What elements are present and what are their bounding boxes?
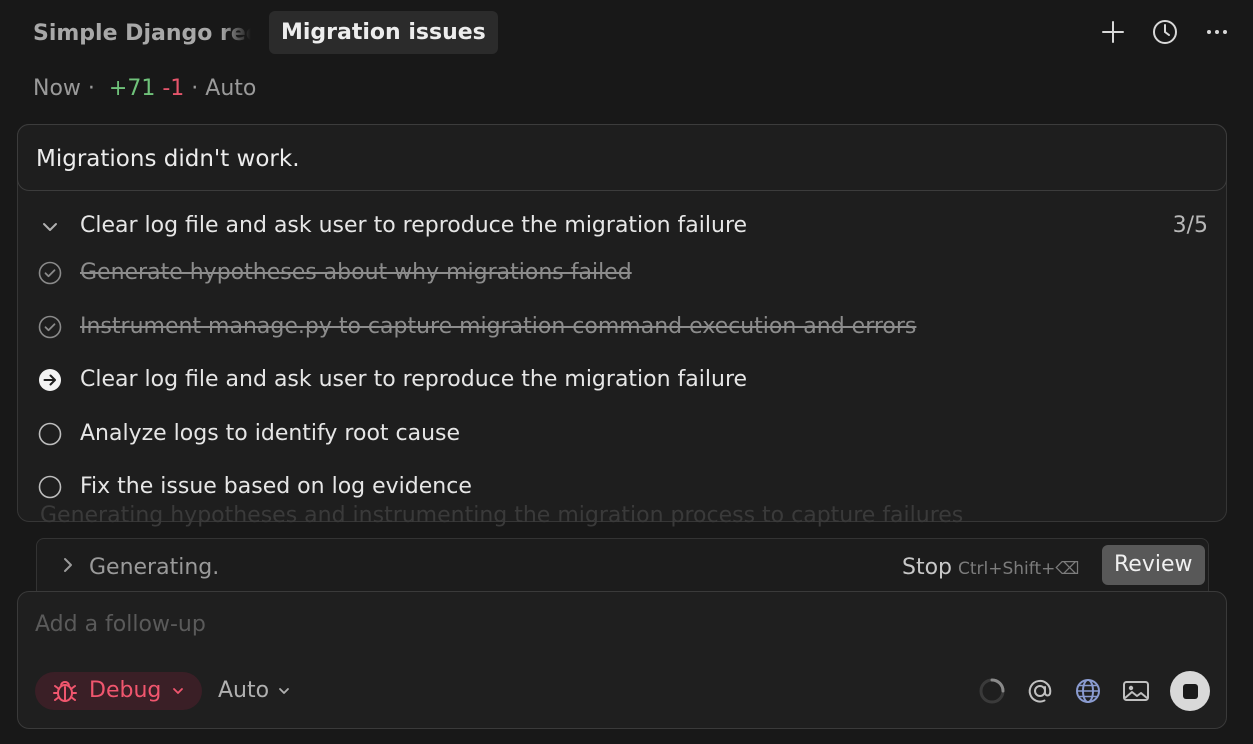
chevron-down-icon [43, 223, 57, 231]
history-button[interactable] [1149, 16, 1181, 48]
todo-item: Clear log file and ask user to reproduce… [18, 364, 1226, 398]
attach-image-button[interactable] [1122, 677, 1150, 705]
arrow-right-circle-icon [39, 369, 61, 391]
todo-item-label: Fix the issue based on log evidence [80, 474, 472, 499]
composer-tools [978, 671, 1210, 711]
globe-icon [1076, 679, 1100, 703]
bug-icon [53, 680, 77, 702]
empty-circle-icon [38, 422, 62, 446]
tab-actions [1097, 16, 1233, 48]
stop-generation-button[interactable] [1170, 671, 1210, 711]
user-prompt-text: Migrations didn't work. [36, 146, 300, 172]
meta-separator: · [191, 76, 199, 101]
new-chat-button[interactable] [1097, 16, 1129, 48]
todo-item: Analyze logs to identify root cause [18, 418, 1226, 452]
meta-mode: Auto [205, 76, 257, 101]
stop-icon [1182, 683, 1198, 699]
plus-icon [1102, 21, 1124, 43]
empty-circle-icon [38, 475, 62, 499]
more-options-button[interactable] [1201, 16, 1233, 48]
todo-item: Fix the issue based on log evidence [18, 471, 1226, 505]
check-circle-icon [38, 261, 62, 285]
composer: Debug Auto [17, 591, 1227, 729]
todo-item: Generate hypotheses about why migrations… [18, 257, 1226, 291]
generation-status-text: Generating. [89, 555, 220, 580]
todo-item: Instrument manage.py to capture migratio… [18, 311, 1226, 345]
todo-item-label: Clear log file and ask user to reproduce… [80, 367, 748, 392]
lines-removed: -1 [162, 76, 185, 101]
tab-migration-issues[interactable]: Migration issues [269, 11, 498, 54]
tab-simple-django-recipe[interactable]: Simple Django recipe [33, 19, 251, 49]
todo-item-label: Analyze logs to identify root cause [80, 421, 461, 446]
at-sign-icon [1028, 679, 1052, 703]
image-icon [1123, 681, 1149, 701]
user-prompt[interactable]: Migrations didn't work. [17, 124, 1227, 191]
chevron-down-icon [173, 688, 184, 694]
todo-current-title: Clear log file and ask user to reproduce… [80, 213, 748, 238]
mention-button[interactable] [1026, 677, 1054, 705]
background-message-text: Generating hypotheses and instrumenting … [40, 503, 964, 528]
loading-spinner [978, 677, 1006, 705]
todo-item-label: Generate hypotheses about why migrations… [80, 260, 632, 285]
check-circle-icon [38, 315, 62, 339]
chevron-right-icon[interactable] [59, 556, 77, 574]
follow-up-input[interactable] [35, 612, 935, 637]
clock-icon [1153, 20, 1177, 44]
lines-added: +71 [108, 76, 156, 101]
todo-item-label: Instrument manage.py to capture migratio… [80, 314, 917, 339]
conversation-card: Migrations didn't work. Clear log file a… [17, 124, 1227, 522]
meta-time: Now [33, 76, 81, 101]
todo-progress-count: 3/5 [1172, 213, 1208, 238]
todo-header[interactable]: Clear log file and ask user to reproduce… [18, 209, 1226, 245]
tab-bar: Simple Django recipe Migration issues [0, 0, 1253, 66]
mode-label: Debug [89, 678, 162, 703]
mode-selector[interactable]: Debug [35, 672, 202, 710]
stop-shortcut-hint: Ctrl+Shift+⌫ [958, 559, 1080, 579]
generation-status-bar: Generating. Stop Ctrl+Shift+⌫ Review [36, 538, 1209, 594]
chevron-down-icon [279, 688, 289, 694]
stop-button[interactable]: Stop [902, 553, 952, 583]
spinner-icon [979, 678, 1005, 704]
ellipsis-icon [1207, 30, 1227, 34]
chat-meta: Now · +71 -1 · Auto [33, 74, 256, 104]
review-button[interactable]: Review [1102, 545, 1205, 585]
model-selector[interactable]: Auto [218, 676, 291, 706]
model-label: Auto [218, 678, 270, 703]
meta-separator: · [87, 76, 95, 101]
web-search-button[interactable] [1074, 677, 1102, 705]
